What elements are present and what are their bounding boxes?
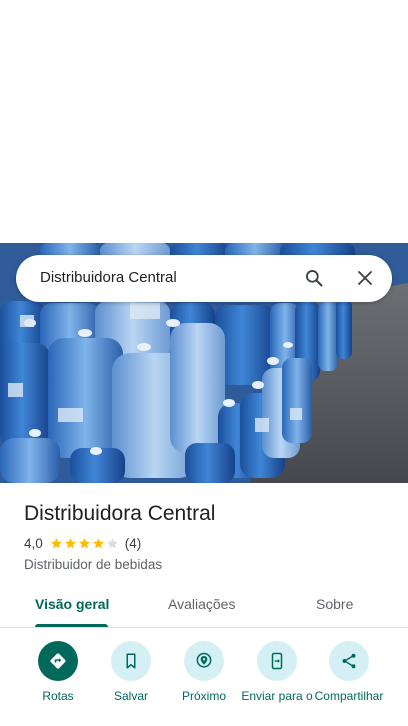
directions-icon	[38, 641, 78, 681]
tab-divider	[0, 627, 408, 628]
tab-about[interactable]: Sobre	[316, 596, 353, 612]
directions-button[interactable]: Rotas	[18, 641, 98, 703]
search-input[interactable]: Distribuidora Central	[40, 269, 177, 286]
send-to-phone-icon	[257, 641, 297, 681]
share-button[interactable]: Compartilhar	[309, 641, 389, 703]
star-icon	[78, 538, 90, 549]
review-count: (4)	[124, 536, 142, 551]
nearby-button[interactable]: Próximo	[164, 641, 244, 703]
share-icon	[329, 641, 369, 681]
share-label: Compartilhar	[314, 689, 384, 703]
nearby-label: Próximo	[181, 689, 226, 703]
nearby-icon	[184, 641, 224, 681]
save-label: Salvar	[113, 689, 148, 703]
star-icon	[92, 538, 104, 549]
place-title: Distribuidora Central	[24, 502, 216, 525]
star-icon	[64, 538, 76, 549]
save-button[interactable]: Salvar	[91, 641, 171, 703]
star-rating	[50, 537, 120, 550]
search-icon[interactable]	[301, 265, 327, 291]
send-to-phone-label: Enviar para o	[241, 689, 313, 703]
directions-label: Rotas	[42, 689, 74, 703]
map-blank-area	[0, 0, 408, 243]
close-icon[interactable]	[352, 265, 378, 291]
send-to-phone-button[interactable]: Enviar para o	[237, 641, 317, 703]
tab-reviews[interactable]: Avaliações	[168, 596, 235, 612]
rating-value: 4,0	[24, 536, 43, 551]
star-icon	[50, 538, 62, 549]
search-bar[interactable]: Distribuidora Central	[16, 255, 392, 302]
star-empty-icon	[106, 538, 118, 549]
tab-overview[interactable]: Visão geral	[35, 596, 109, 612]
place-category: Distribuidor de bebidas	[24, 557, 163, 572]
bookmark-icon	[111, 641, 151, 681]
rating-row[interactable]: 4,0 (4)	[24, 536, 141, 551]
